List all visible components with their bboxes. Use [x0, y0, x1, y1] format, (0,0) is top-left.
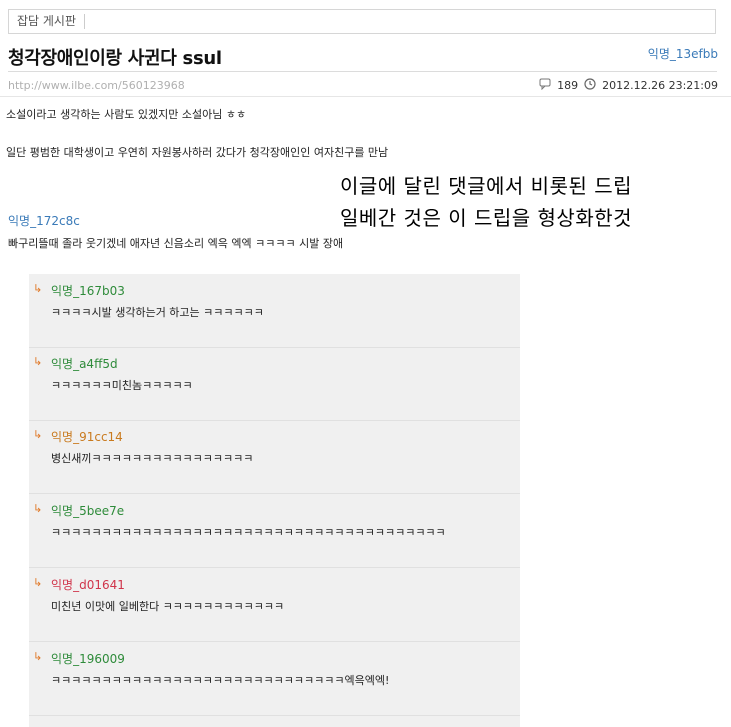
reply-arrow-icon: ↳	[33, 428, 43, 441]
reply-item: ↳ 익명_167b03 ㅋㅋㅋㅋ시발 생각하는거 하고는 ㅋㅋㅋㅋㅋㅋ	[29, 274, 520, 348]
overlay-caption: 이글에 달린 댓글에서 비롯된 드립	[340, 174, 633, 198]
reply-author[interactable]: 익명_5bee7e	[51, 502, 124, 519]
reply-arrow-icon: ↳	[33, 282, 43, 295]
board-name-box: 잡담 게시판	[8, 9, 716, 34]
divider	[8, 71, 717, 72]
comment-text: 빠구리뜰때 졸라 웃기겠네 애자년 신음소리 엑윽 엑엑 ㅋㅋㅋㅋ 시발 장애	[8, 237, 344, 250]
clock-icon	[584, 78, 596, 93]
post-title: 청각장애인이랑 사귄다 ssul	[8, 48, 222, 69]
reply-author[interactable]: 익명_167b03	[51, 282, 125, 299]
reply-arrow-icon: ↳	[33, 355, 43, 368]
post-datetime: 2012.12.26 23:21:09	[602, 79, 718, 92]
view-count: 189	[557, 79, 579, 92]
reply-author[interactable]: 익명_a4ff5d	[51, 355, 118, 372]
reply-item: ↳ 익명_d01641 미친년 이맛에 일베한다 ㅋㅋㅋㅋㅋㅋㅋㅋㅋㅋㅋㅋ	[29, 568, 520, 642]
reply-text: ㅋㅋㅋㅋㅋㅋㅋㅋㅋㅋㅋㅋㅋㅋㅋㅋㅋㅋㅋㅋㅋㅋㅋㅋㅋㅋㅋㅋㅋ엑윽엑엑!	[51, 674, 390, 687]
reply-author[interactable]: 익명_196009	[51, 650, 125, 667]
reply-arrow-icon: ↳	[33, 576, 43, 589]
reply-text: 미친년 이맛에 일베한다 ㅋㅋㅋㅋㅋㅋㅋㅋㅋㅋㅋㅋ	[51, 600, 285, 613]
reply-text: ㅋㅋㅋㅋㅋㅋㅋㅋㅋㅋㅋㅋㅋㅋㅋㅋㅋㅋㅋㅋㅋㅋㅋㅋㅋㅋㅋㅋㅋㅋㅋㅋㅋㅋㅋㅋㅋㅋㅋ	[51, 526, 446, 539]
reply-item: ↳ 익명_5bee7e ㅋㅋㅋㅋㅋㅋㅋㅋㅋㅋㅋㅋㅋㅋㅋㅋㅋㅋㅋㅋㅋㅋㅋㅋㅋㅋㅋㅋ…	[29, 494, 520, 568]
reply-item: ↳ 익명_196009 ㅋㅋㅋㅋㅋㅋㅋㅋㅋㅋㅋㅋㅋㅋㅋㅋㅋㅋㅋㅋㅋㅋㅋㅋㅋㅋㅋㅋ…	[29, 642, 520, 716]
post-author[interactable]: 익명_13efbb	[648, 45, 718, 62]
divider	[0, 96, 731, 97]
reply-text: ㅋㅋㅋㅋㅋㅋ미친놈ㅋㅋㅋㅋㅋ	[51, 379, 193, 392]
post-url[interactable]: http://www.ilbe.com/560123968	[8, 79, 185, 92]
post-body-line: 일단 평범한 대학생이고 우연히 자원봉사하러 갔다가 청각장애인인 여자친구를…	[6, 146, 389, 159]
reply-text: 병신새끼ㅋㅋㅋㅋㅋㅋㅋㅋㅋㅋㅋㅋㅋㅋㅋㅋ	[51, 452, 254, 465]
reply-item: ↳ 익명_a4ff5d ㅋㅋㅋㅋㅋㅋ미친놈ㅋㅋㅋㅋㅋ	[29, 347, 520, 421]
reply-author[interactable]: 익명_d01641	[51, 576, 125, 593]
reply-list: ↳ 익명_167b03 ㅋㅋㅋㅋ시발 생각하는거 하고는 ㅋㅋㅋㅋㅋㅋ ↳ 익명…	[29, 274, 520, 727]
comment-author[interactable]: 익명_172c8c	[8, 212, 80, 229]
overlay-caption: 일베간 것은 이 드립을 형상화한것	[340, 206, 633, 230]
reply-author[interactable]: 익명_91cc14	[51, 428, 123, 445]
reply-arrow-icon: ↳	[33, 650, 43, 663]
reply-item: ↳ 익명_91cc14 병신새끼ㅋㅋㅋㅋㅋㅋㅋㅋㅋㅋㅋㅋㅋㅋㅋㅋ	[29, 420, 520, 494]
post-meta: 189 2012.12.26 23:21:09	[539, 78, 718, 93]
board-name[interactable]: 잡담 게시판	[17, 14, 86, 29]
reply-text: ㅋㅋㅋㅋ시발 생각하는거 하고는 ㅋㅋㅋㅋㅋㅋ	[51, 306, 264, 319]
reply-arrow-icon: ↳	[33, 502, 43, 515]
post-body-line: 소설이라고 생각하는 사람도 있겠지만 소설아님 ㅎㅎ	[6, 108, 247, 121]
comment-count-icon	[539, 78, 551, 93]
